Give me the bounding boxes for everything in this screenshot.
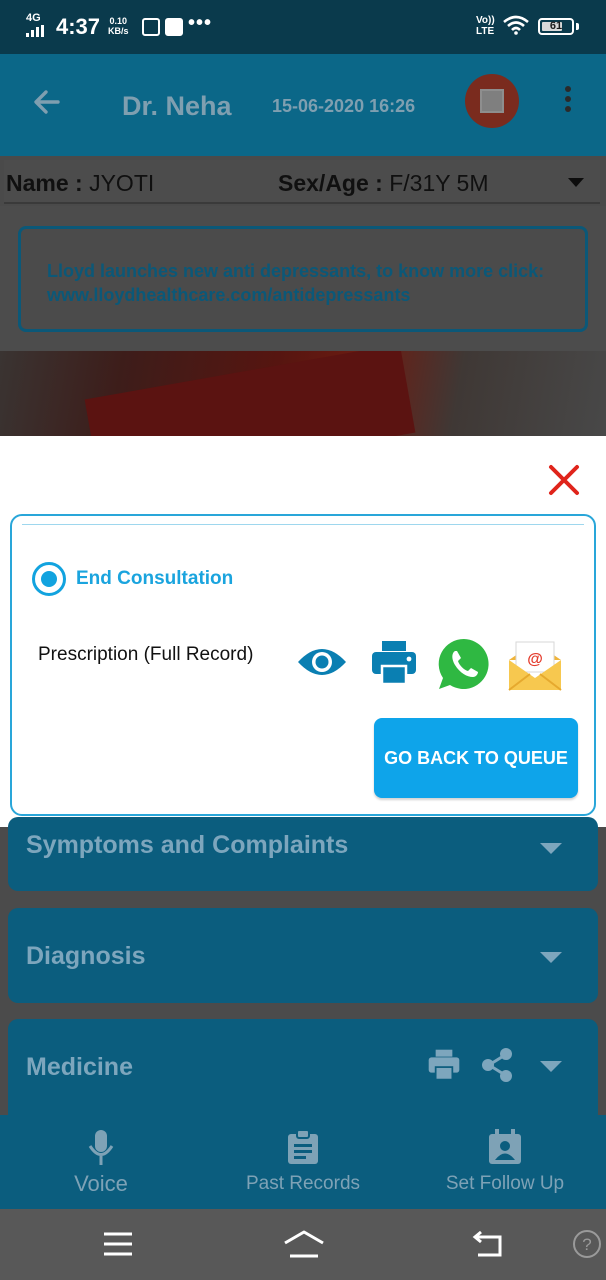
section-symptoms[interactable]: Symptoms and Complaints bbox=[8, 817, 598, 891]
whatsapp-icon[interactable] bbox=[436, 636, 492, 692]
stop-icon bbox=[480, 89, 504, 113]
nav-set-follow-up[interactable]: Set Follow Up bbox=[404, 1115, 606, 1209]
chevron-down-icon bbox=[540, 952, 562, 963]
ad-banner-text: Lloyd launches new anti depressants, to … bbox=[47, 261, 545, 305]
mail-notification-icon bbox=[165, 18, 183, 36]
svg-text:@: @ bbox=[527, 651, 543, 668]
view-eye-icon[interactable] bbox=[296, 644, 348, 680]
lte-label: LTE bbox=[476, 26, 495, 37]
network-speed: 0.10 KB/s bbox=[108, 16, 129, 36]
doctor-name: Dr. Neha bbox=[122, 91, 232, 121]
svg-text:?: ? bbox=[582, 1235, 591, 1254]
menu-icon[interactable] bbox=[102, 1231, 134, 1257]
nav-voice[interactable]: Voice bbox=[0, 1115, 202, 1209]
mic-icon bbox=[88, 1130, 114, 1165]
signal-icon bbox=[26, 25, 46, 37]
video-preview bbox=[0, 351, 606, 437]
end-consultation-radio[interactable] bbox=[32, 562, 66, 596]
more-options-icon[interactable] bbox=[558, 86, 578, 118]
chevron-down-icon bbox=[540, 843, 562, 854]
sex-age-label: Sex/Age : bbox=[278, 170, 383, 196]
email-icon[interactable]: @ bbox=[506, 636, 564, 694]
section-diagnosis[interactable]: Diagnosis bbox=[8, 908, 598, 1003]
prescription-label: Prescription (Full Record) bbox=[38, 644, 254, 665]
close-icon[interactable] bbox=[546, 462, 582, 498]
sex-age-value: F/31Y 5M bbox=[389, 170, 489, 196]
nav-set-follow-up-label: Set Follow Up bbox=[445, 1173, 565, 1194]
section-medicine[interactable]: Medicine bbox=[8, 1019, 598, 1115]
session-datetime: 15-06-2020 16:26 bbox=[272, 96, 416, 116]
speed-value: 0.10 bbox=[109, 16, 128, 26]
nav-past-records[interactable]: Past Records bbox=[202, 1115, 404, 1209]
print-icon[interactable] bbox=[370, 640, 418, 686]
home-icon[interactable] bbox=[282, 1229, 326, 1259]
dialog-card: End Consultation Prescription (Full Reco… bbox=[10, 514, 596, 816]
calendar-user-icon bbox=[489, 1129, 521, 1164]
battery-level: 61 bbox=[549, 20, 563, 32]
nav-past-records-label: Past Records bbox=[245, 1173, 361, 1194]
print-icon[interactable] bbox=[426, 1049, 462, 1081]
end-consultation-label[interactable]: End Consultation bbox=[76, 568, 233, 590]
patient-name: Name : JYOTI bbox=[6, 170, 154, 197]
back-icon[interactable] bbox=[470, 1231, 504, 1259]
nav-voice-label: Voice bbox=[74, 1171, 128, 1196]
chevron-down-icon bbox=[540, 1061, 562, 1072]
clipboard-icon bbox=[288, 1129, 318, 1164]
help-icon[interactable]: ? bbox=[572, 1229, 602, 1259]
status-bar: 4G 4:37 0.10 KB/s ••• Vo)) LTE 61 bbox=[0, 0, 606, 54]
app-header: Dr. Neha 15-06-2020 16:26 bbox=[0, 54, 606, 156]
ad-banner[interactable]: Lloyd launches new anti depressants, to … bbox=[18, 226, 588, 332]
battery-icon: 61 bbox=[538, 18, 574, 35]
end-consultation-dialog: End Consultation Prescription (Full Reco… bbox=[0, 436, 606, 827]
patient-sex-age: Sex/Age : F/31Y 5M bbox=[278, 170, 489, 197]
patient-name-value: JYOTI bbox=[89, 170, 155, 196]
section-title: Diagnosis bbox=[26, 942, 146, 970]
clock: 4:37 bbox=[56, 14, 101, 39]
back-arrow-icon[interactable] bbox=[28, 82, 68, 122]
patient-info-bar[interactable]: Name : JYOTI Sex/Age : F/31Y 5M bbox=[0, 156, 606, 206]
stop-recording-button[interactable] bbox=[465, 74, 519, 128]
volte-label: Vo)) bbox=[476, 15, 495, 26]
bottom-navigation: Voice Past Records Set Follow Up bbox=[0, 1115, 606, 1209]
network-type: 4G bbox=[26, 12, 41, 24]
go-back-to-queue-button[interactable]: GO BACK TO QUEUE bbox=[374, 718, 578, 798]
lte-indicator: Vo)) LTE bbox=[476, 15, 495, 37]
section-title: Symptoms and Complaints bbox=[26, 831, 349, 859]
more-notifications-icon: ••• bbox=[188, 12, 213, 34]
speed-unit: KB/s bbox=[108, 26, 129, 36]
patient-name-label: Name : bbox=[6, 170, 83, 196]
dim-backdrop-lower: Symptoms and Complaints Diagnosis Medici… bbox=[0, 817, 606, 1115]
wifi-icon bbox=[503, 15, 529, 35]
share-icon[interactable] bbox=[480, 1047, 514, 1083]
notification-icon bbox=[142, 18, 160, 36]
system-navigation-bar: ? bbox=[0, 1209, 606, 1280]
section-title: Medicine bbox=[26, 1053, 133, 1081]
expand-patient-caret-icon[interactable] bbox=[568, 178, 584, 187]
